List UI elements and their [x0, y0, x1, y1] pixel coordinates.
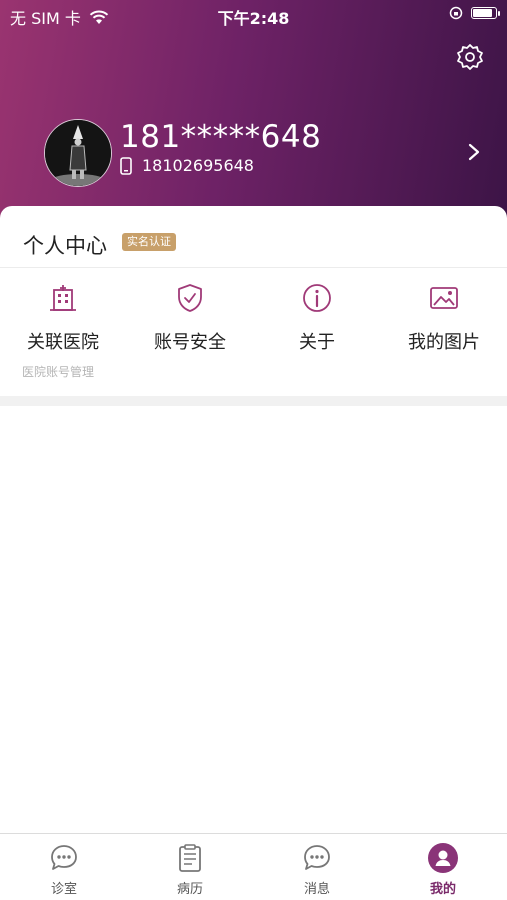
personal-center-card: 个人中心 实名认证 关联医院 账号安全 关于 我的图片 医院账号管理 — [0, 206, 507, 396]
shield-check-icon — [178, 284, 202, 312]
orientation-lock-icon — [449, 6, 463, 20]
tab-clinic[interactable]: 诊室 — [1, 842, 127, 897]
chat-bubble-icon — [51, 845, 77, 870]
chevron-right-icon[interactable] — [467, 142, 481, 162]
tab-mine-label: 我的 — [429, 882, 456, 897]
status-bar: 无 SIM 卡 下午2:48 — [0, 0, 507, 30]
my-pictures-button[interactable]: 我的图片 — [381, 282, 507, 354]
status-time: 下午2:48 — [217, 9, 290, 28]
tab-mine[interactable]: 我的 — [380, 842, 506, 897]
personal-center-title: 个人中心 — [23, 234, 107, 258]
mobile-phone-icon — [120, 156, 132, 175]
linked-hospital-label: 关联医院 — [27, 332, 99, 353]
bottom-tab-bar: 诊室 病历 消息 我的 — [0, 833, 507, 900]
info-icon — [303, 284, 331, 312]
linked-hospital-button[interactable]: 关联医院 — [0, 282, 126, 354]
settings-gear-icon[interactable] — [455, 42, 485, 72]
account-security-label: 账号安全 — [154, 332, 226, 353]
battery-level — [473, 9, 492, 17]
tab-medical-records[interactable]: 病历 — [127, 842, 253, 897]
profile-header: 无 SIM 卡 下午2:48 181*****648 18102695648 — [0, 0, 507, 235]
tab-medical-records-label: 病历 — [176, 882, 203, 897]
tab-clinic-label: 诊室 — [50, 882, 77, 897]
image-icon — [430, 287, 458, 309]
battery-icon — [471, 7, 500, 19]
phone-row: 18102695648 — [120, 156, 254, 175]
verified-badge: 实名认证 — [122, 233, 176, 251]
masked-username: 181*****648 — [120, 119, 322, 155]
my-pictures-label: 我的图片 — [408, 332, 480, 353]
tab-messages-label: 消息 — [303, 882, 330, 897]
hospital-icon — [50, 285, 76, 311]
hospital-account-management-caption: 医院账号管理 — [22, 365, 95, 379]
about-button[interactable]: 关于 — [254, 282, 380, 354]
message-icon — [304, 845, 330, 870]
avatar[interactable] — [44, 119, 112, 187]
about-label: 关于 — [299, 332, 335, 353]
clipboard-icon — [179, 844, 201, 872]
account-security-button[interactable]: 账号安全 — [127, 282, 253, 354]
divider — [0, 267, 507, 268]
section-separator — [0, 396, 507, 406]
phone-number: 18102695648 — [142, 156, 254, 175]
avatar-image — [45, 120, 111, 186]
user-icon — [428, 843, 458, 873]
tab-messages[interactable]: 消息 — [254, 842, 380, 897]
